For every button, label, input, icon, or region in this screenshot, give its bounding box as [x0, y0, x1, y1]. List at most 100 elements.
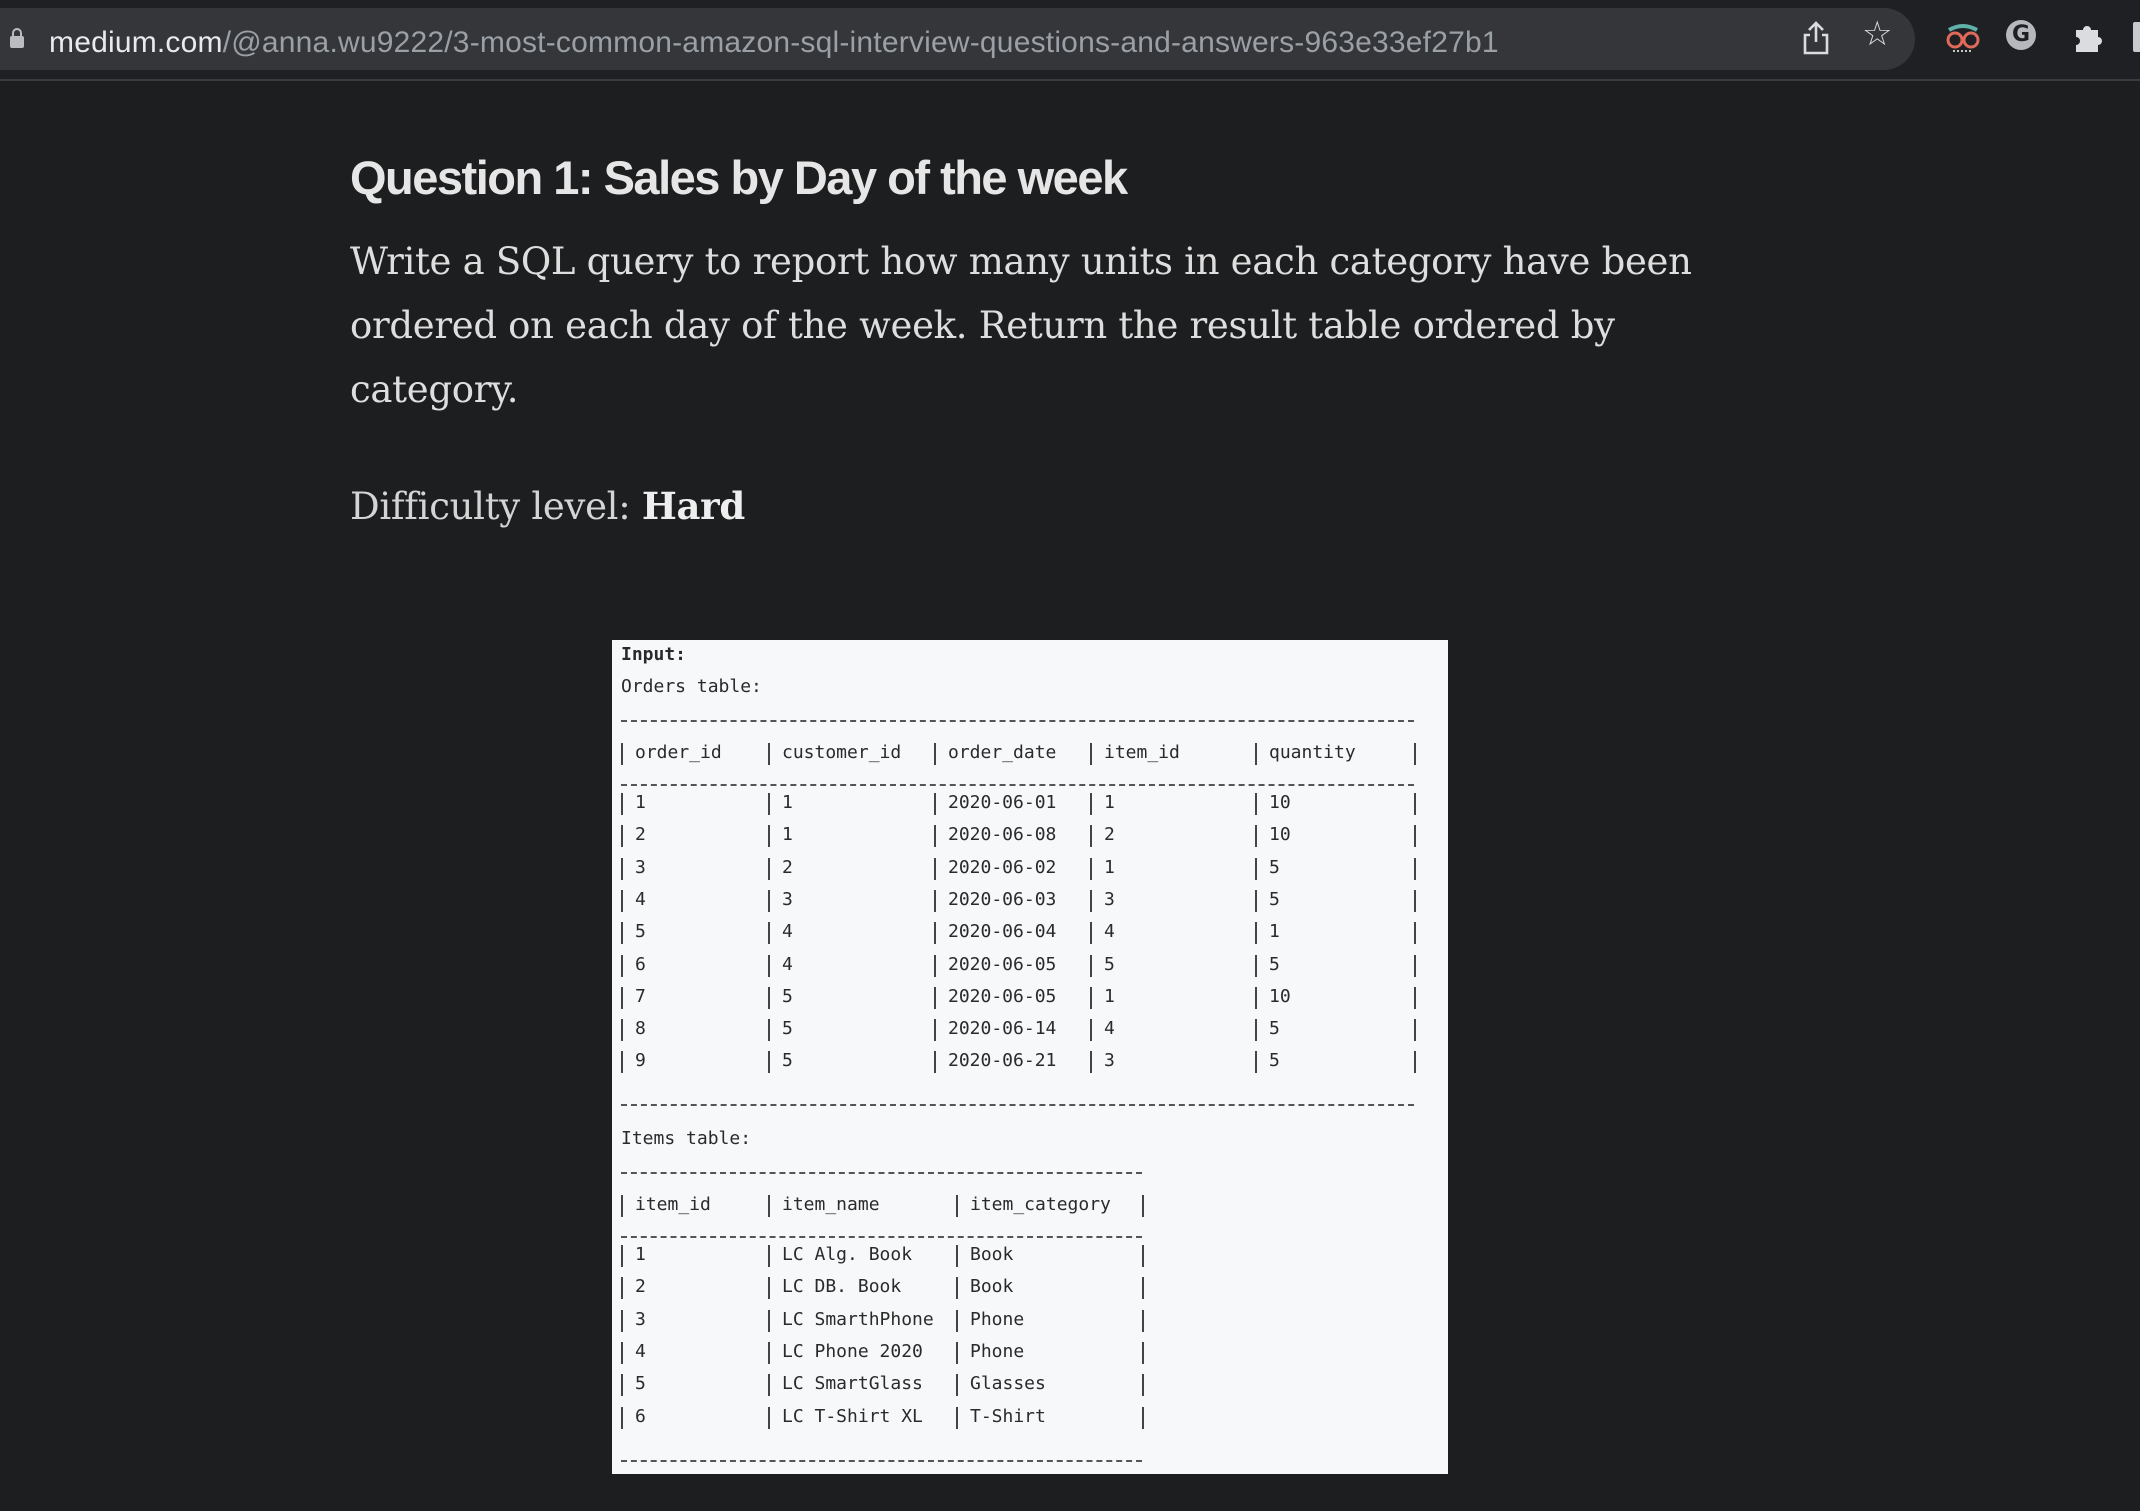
- table-divider: [1414, 1051, 1416, 1074]
- table-header-cell: customer_id: [782, 742, 902, 763]
- table-divider: [1090, 743, 1092, 765]
- table-divider: [1414, 857, 1416, 880]
- table-cell: 2: [1104, 824, 1115, 846]
- lock-icon[interactable]: [10, 28, 24, 48]
- table-cell: Book: [970, 1244, 1014, 1265]
- table-divider: [621, 1051, 623, 1074]
- table-cell: Phone: [970, 1340, 1025, 1362]
- table-divider: [768, 793, 770, 815]
- table-cell: Glasses: [970, 1373, 1046, 1395]
- table-cell: 1: [1269, 921, 1280, 943]
- table-header-cell: order_id: [635, 742, 722, 763]
- grammarly-icon[interactable]: G: [2006, 20, 2036, 50]
- table-divider: [934, 1051, 936, 1074]
- table-divider: [1414, 793, 1416, 815]
- browser-toolbar: medium.com/@anna.wu9222/3-most-common-am…: [0, 0, 2140, 81]
- table-cell: 7: [635, 985, 646, 1007]
- table-cell: 2020-06-02: [948, 856, 1057, 878]
- table-divider: [934, 793, 936, 815]
- table-divider: [621, 1341, 623, 1364]
- table-cell: 3: [635, 1308, 646, 1330]
- table-divider: [956, 1374, 958, 1397]
- table-cell: 1: [1104, 856, 1115, 878]
- table-cell: 2: [635, 1276, 646, 1298]
- table-cell: 3: [1104, 888, 1115, 910]
- table-cell: 1: [1104, 792, 1115, 813]
- address-bar[interactable]: medium.com/@anna.wu9222/3-most-common-am…: [0, 8, 1915, 70]
- table-cell: 6: [635, 1405, 646, 1427]
- items-table-label: Items table:: [621, 1128, 752, 1149]
- table-cell: 5: [782, 1018, 793, 1040]
- table-divider: [768, 1406, 770, 1429]
- table-divider: [934, 825, 936, 848]
- table-divider: [621, 743, 623, 765]
- table-divider: [768, 857, 770, 880]
- url-path: /@anna.wu9222/3-most-common-amazon-sql-i…: [222, 26, 1499, 59]
- table-cell: 2020-06-01: [948, 792, 1057, 813]
- table-header-cell: quantity: [1269, 742, 1356, 763]
- table-cell: 5: [1269, 953, 1280, 975]
- table-cell: 3: [1104, 1050, 1115, 1072]
- table-divider: [956, 1406, 958, 1429]
- table-divider: [621, 1277, 623, 1300]
- url-text[interactable]: medium.com/@anna.wu9222/3-most-common-am…: [49, 26, 1499, 60]
- table-divider: [956, 1309, 958, 1332]
- table-divider: [934, 1019, 936, 1042]
- table-cell: LC DB. Book: [782, 1276, 902, 1298]
- table-divider: [621, 793, 623, 815]
- table-cell: 5: [635, 921, 646, 943]
- table-cell: 5: [1269, 856, 1280, 878]
- table-divider: [1090, 857, 1092, 880]
- table-cell: 5: [1104, 953, 1115, 975]
- table-cell: 2: [635, 824, 646, 846]
- table-cell: 4: [635, 1340, 646, 1362]
- table-divider: [956, 1341, 958, 1364]
- table-divider: [621, 954, 623, 977]
- orders-table-label: Orders table:: [621, 676, 762, 697]
- table-cell: 5: [782, 985, 793, 1007]
- table-divider: [621, 857, 623, 880]
- table-cell: Phone: [970, 1308, 1025, 1330]
- table-header-cell: order_date: [948, 742, 1057, 763]
- url-host: medium.com: [49, 26, 223, 59]
- table-divider: [768, 986, 770, 1009]
- table-cell: 5: [1269, 888, 1280, 910]
- table-cell: LC Alg. Book: [782, 1244, 913, 1265]
- table-cell: 1: [1104, 985, 1115, 1007]
- table-cell: 9: [635, 1050, 646, 1072]
- table-divider: [768, 743, 770, 765]
- table-divider: [768, 922, 770, 945]
- table-divider: [934, 889, 936, 912]
- table-cell: 5: [1269, 1050, 1280, 1072]
- table-divider: [621, 1406, 623, 1429]
- table-cell: 1: [782, 824, 793, 846]
- table-divider: [1142, 1309, 1144, 1332]
- table-cell: 6: [635, 953, 646, 975]
- extension-glasses-icon[interactable]: [1943, 20, 1983, 56]
- table-divider: [934, 743, 936, 765]
- table-cell: 10: [1269, 824, 1291, 846]
- table-divider: [768, 1309, 770, 1332]
- table-divider: [1255, 954, 1257, 977]
- star-icon[interactable]: ☆: [1862, 14, 1892, 54]
- table-divider: [956, 1245, 958, 1267]
- table-divider: [621, 1374, 623, 1397]
- table-divider: [1255, 1019, 1257, 1042]
- puzzle-icon[interactable]: [2072, 18, 2106, 56]
- share-icon[interactable]: [1800, 20, 1832, 56]
- side-panel-edge: [2133, 22, 2140, 52]
- table-cell: 2020-06-14: [948, 1018, 1057, 1040]
- table-divider: [1090, 954, 1092, 977]
- table-cell: LC Phone 2020: [782, 1340, 923, 1362]
- table-cell: 4: [782, 921, 793, 943]
- table-divider: [621, 1195, 623, 1217]
- table-divider: [1090, 825, 1092, 848]
- table-divider: [768, 1341, 770, 1364]
- table-divider: [768, 825, 770, 848]
- table-divider: [768, 1195, 770, 1217]
- table-divider: [1090, 793, 1092, 815]
- table-rule: [621, 784, 1414, 786]
- input-label: Input:: [621, 644, 687, 665]
- tables-figure: Input: Orders table: order_id customer_id…: [612, 640, 1448, 1474]
- table-divider: [1414, 889, 1416, 912]
